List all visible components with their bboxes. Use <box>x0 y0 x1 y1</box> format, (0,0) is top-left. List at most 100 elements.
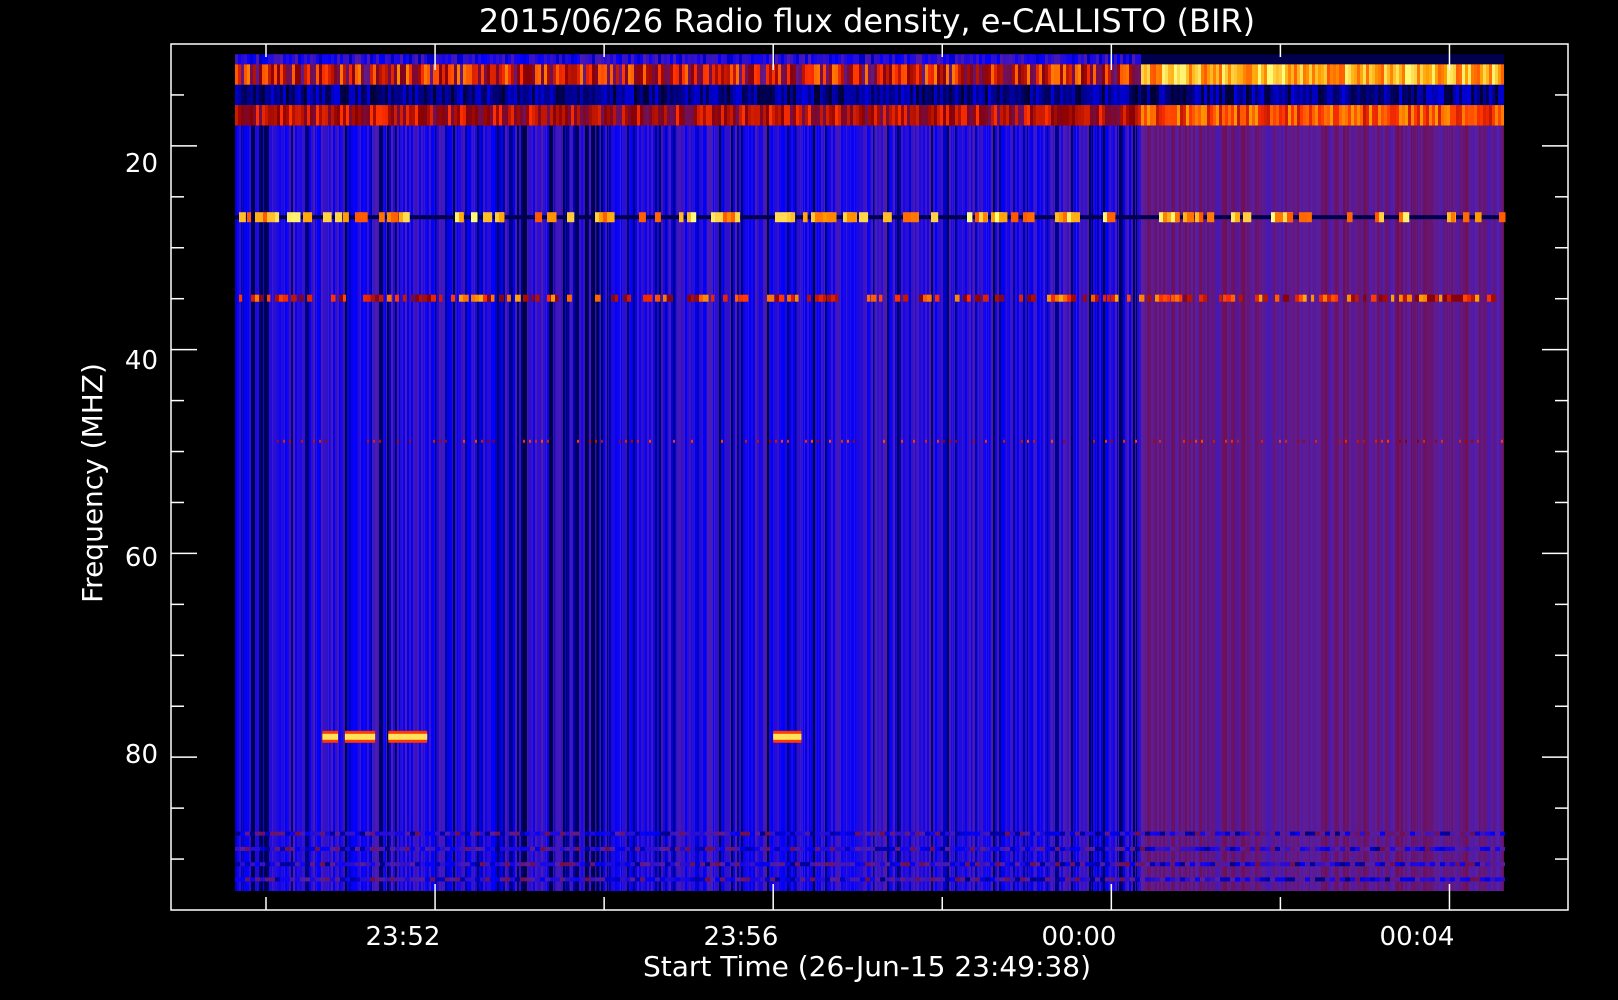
heatmap-cell-top <box>499 64 502 85</box>
heatmap-cell-top <box>1291 84 1294 106</box>
band-bottom <box>610 831 615 836</box>
band-bottom <box>595 877 600 882</box>
band-segment <box>807 294 811 302</box>
band-segment <box>995 294 999 302</box>
heatmap-column <box>1469 125 1471 891</box>
heatmap-cell-top <box>445 54 448 65</box>
heatmap-cell-top <box>1006 105 1009 126</box>
heatmap-cell-top <box>688 84 691 106</box>
band-bottom <box>295 877 300 882</box>
heatmap-cell-top <box>940 84 943 106</box>
band-segment <box>1063 294 1068 302</box>
heatmap-cell-top <box>877 64 880 85</box>
heatmap-cell-top <box>1027 64 1030 85</box>
heatmap-cell-top <box>907 64 910 85</box>
band-bottom <box>315 862 320 867</box>
heatmap-cell-top <box>1339 84 1342 106</box>
heatmap-cell-top <box>343 64 346 85</box>
band-bottom <box>1250 846 1255 851</box>
heatmap-cell-top <box>1156 54 1159 65</box>
heatmap-column <box>1073 125 1075 891</box>
band-segment <box>867 294 871 302</box>
heatmap-cell-top <box>1255 84 1258 106</box>
band-dot <box>1345 439 1347 443</box>
heatmap-cell-top <box>1129 54 1132 65</box>
band-segment <box>787 212 792 223</box>
heatmap-cell-top <box>1144 84 1147 106</box>
heatmap-cell-top <box>685 54 688 65</box>
heatmap-cell-top <box>1159 105 1162 126</box>
band-bottom <box>595 831 600 836</box>
heatmap-cell-top <box>640 64 643 85</box>
band-bottom <box>1150 862 1155 867</box>
heatmap-cell-top <box>604 64 607 85</box>
heatmap-cell-top <box>307 54 310 65</box>
heatmap-cell-top <box>883 64 886 85</box>
heatmap-cell-top <box>664 54 667 65</box>
heatmap-cell-top <box>1156 64 1159 85</box>
heatmap-column <box>801 125 803 891</box>
heatmap-cell-top <box>463 64 466 85</box>
heatmap-cell-top <box>1477 64 1480 85</box>
heatmap-cell-top <box>394 64 397 85</box>
heatmap-cell-top <box>1480 64 1483 85</box>
heatmap-cell-top <box>823 64 826 85</box>
heatmap-cell-top <box>754 84 757 106</box>
heatmap-cell-top <box>724 54 727 65</box>
heatmap-cell-top <box>1195 84 1198 106</box>
heatmap-cell-top <box>1171 105 1174 126</box>
band-bottom <box>1040 831 1045 836</box>
band-bottom <box>880 877 885 882</box>
heatmap-cell-top <box>757 105 760 126</box>
heatmap-cell-top <box>1258 105 1261 126</box>
heatmap-cell-top <box>1150 84 1153 106</box>
band-segment <box>1451 212 1456 223</box>
heatmap-cell-top <box>1300 105 1303 126</box>
band-bottom <box>585 877 590 882</box>
heatmap-cell-top <box>442 105 445 126</box>
heatmap-cell-top <box>1297 64 1300 85</box>
heatmap-cell-top <box>262 54 265 65</box>
band-bottom <box>335 831 340 836</box>
heatmap-cell-top <box>520 105 523 126</box>
heatmap-cell-top <box>994 54 997 65</box>
heatmap-column <box>355 125 358 891</box>
band-bottom <box>635 846 640 851</box>
band-bottom <box>1180 862 1185 867</box>
heatmap-cell-top <box>958 84 961 106</box>
band-bottom <box>525 846 530 851</box>
heatmap-cell-top <box>1144 64 1147 85</box>
band-dark-line <box>235 215 1503 220</box>
band-segment <box>1051 294 1055 302</box>
heatmap-cell-top <box>1309 84 1312 106</box>
heatmap-cell-top <box>319 105 322 126</box>
band-bottom <box>480 846 485 851</box>
heatmap-cell-top <box>448 105 451 126</box>
heatmap-cell-top <box>301 64 304 85</box>
band-bottom <box>1295 846 1300 851</box>
heatmap-cell-top <box>286 64 289 85</box>
band-bottom <box>1080 846 1085 851</box>
heatmap-cell-top <box>418 105 421 126</box>
heatmap-column <box>733 125 736 891</box>
heatmap-cell-top <box>1087 105 1090 126</box>
heatmap-column <box>565 125 567 891</box>
band-dot <box>289 439 291 443</box>
heatmap-cell-top <box>1087 54 1090 65</box>
band-segment <box>1067 294 1072 302</box>
heatmap-cell-top <box>1474 105 1477 126</box>
band-bottom <box>580 846 585 851</box>
band-bottom <box>640 877 645 882</box>
heatmap-cell-top <box>550 84 553 106</box>
heatmap-cell-top <box>1498 84 1501 106</box>
band-bottom <box>540 877 545 882</box>
band-bottom <box>545 877 550 882</box>
band-bottom <box>1410 877 1415 882</box>
band-bottom <box>825 846 830 851</box>
band-bottom <box>705 877 710 882</box>
band-segment <box>291 294 297 302</box>
heatmap-cell-top <box>1099 54 1102 65</box>
band-bottom <box>1135 846 1140 851</box>
heatmap-cell-top <box>679 64 682 85</box>
heatmap-column <box>1109 125 1111 891</box>
